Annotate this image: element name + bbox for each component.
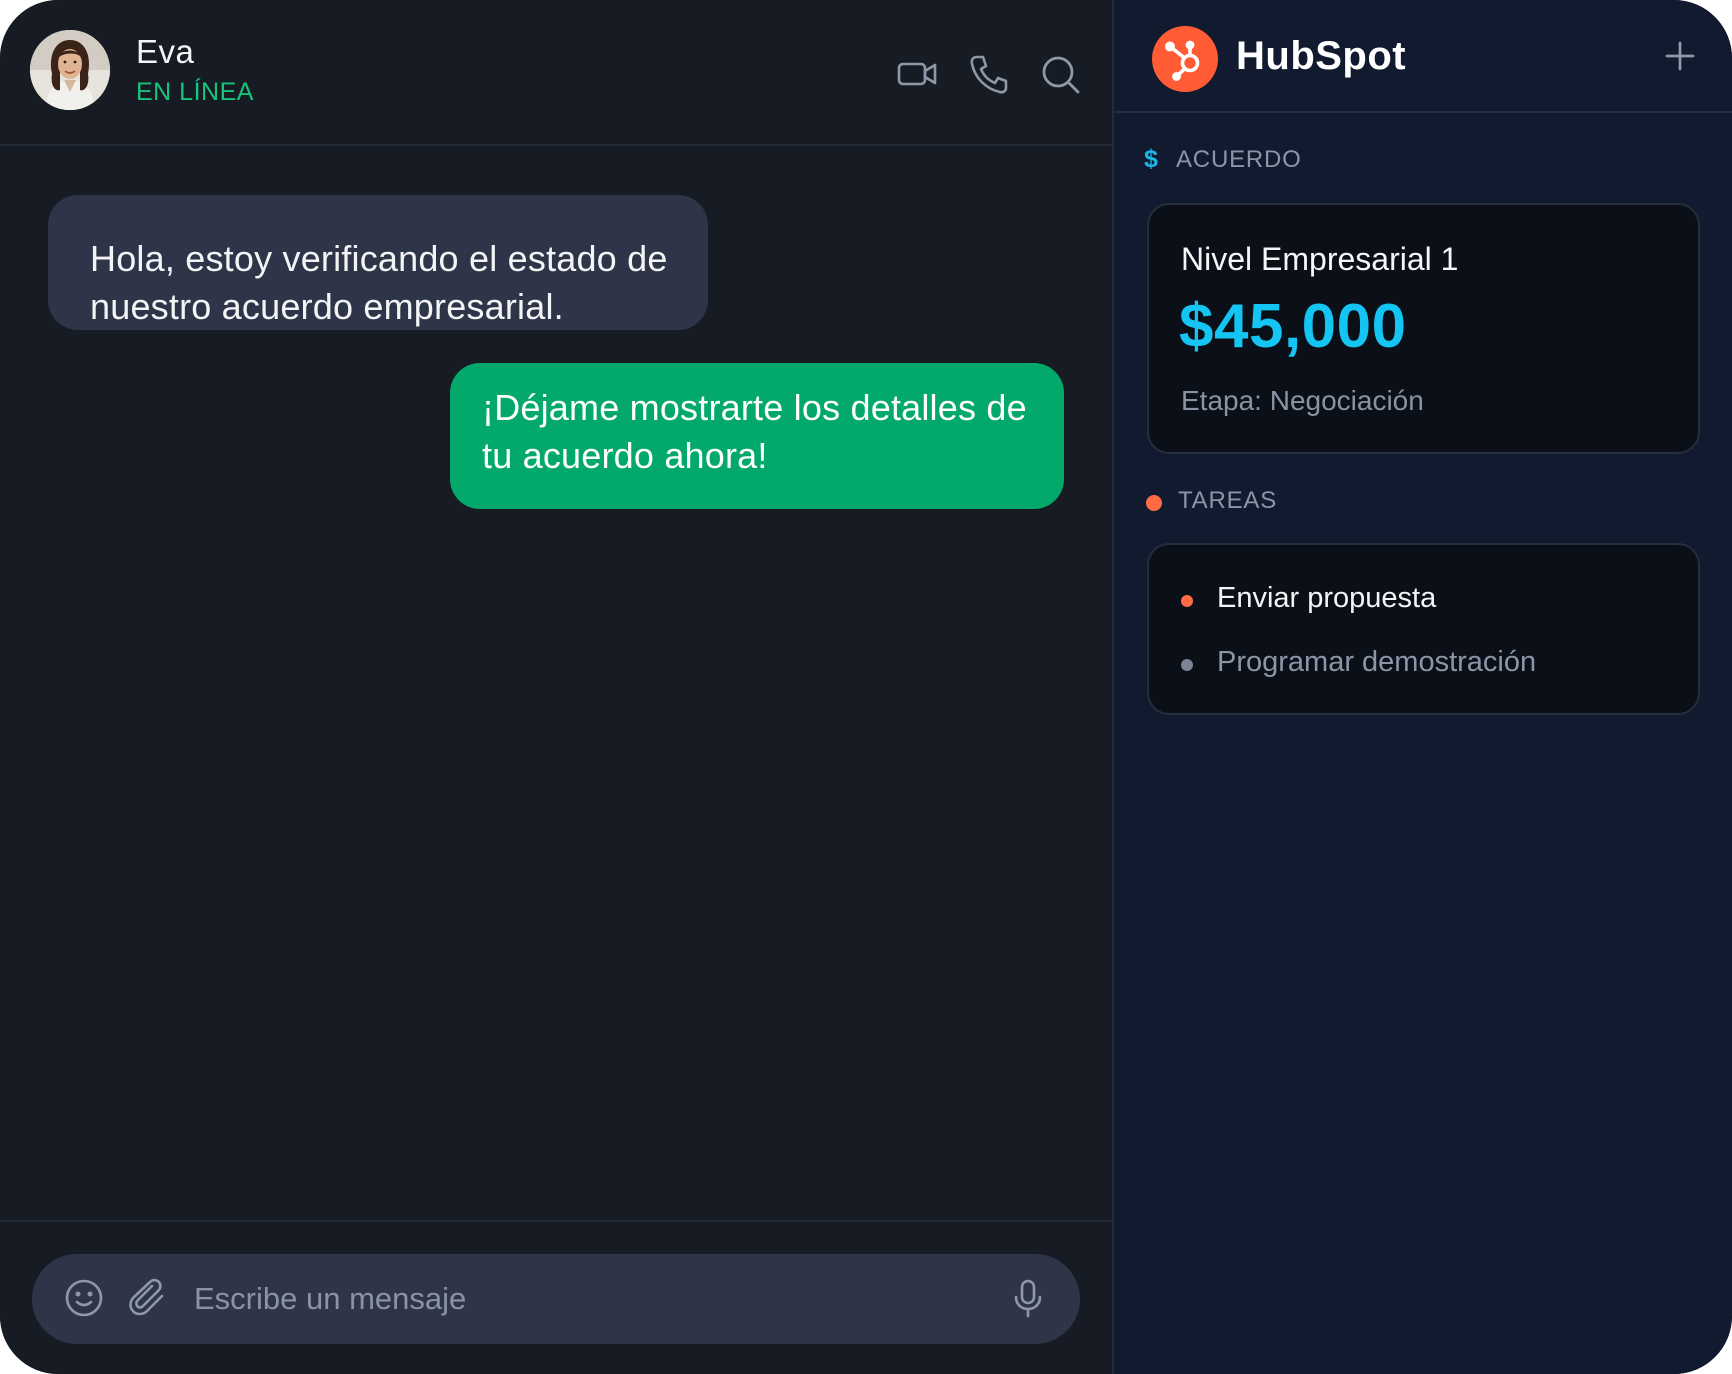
incoming-message[interactable]: Hola, estoy verificando el estado de nue… bbox=[48, 195, 708, 330]
task-label: Enviar propuesta bbox=[1217, 582, 1437, 614]
phone-icon[interactable] bbox=[966, 52, 1010, 96]
task-status-dot bbox=[1181, 659, 1193, 671]
task-status-dot bbox=[1181, 595, 1193, 607]
outgoing-message[interactable]: ¡Déjame mostrarte los detalles de tu acu… bbox=[450, 363, 1064, 509]
hubspot-logo-icon bbox=[1152, 26, 1218, 92]
microphone-icon[interactable] bbox=[1006, 1276, 1050, 1320]
avatar[interactable] bbox=[30, 30, 110, 110]
contact-name: Eva bbox=[136, 33, 195, 70]
tasks-card: Enviar propuesta Programar demostración bbox=[1147, 543, 1700, 715]
dollar-icon: $ bbox=[1144, 145, 1158, 173]
search-icon[interactable] bbox=[1038, 52, 1082, 96]
crm-title: HubSpot bbox=[1236, 34, 1407, 78]
online-status: EN LÍNEA bbox=[136, 78, 254, 106]
deal-stage: Etapa: Negociación bbox=[1181, 385, 1424, 416]
crm-sidebar: HubSpot $ ACUERDO Nivel Empresarial 1 $4… bbox=[1114, 0, 1732, 1374]
tasks-section-label: TAREAS bbox=[1178, 487, 1278, 514]
app-window: Eva EN LÍNEA Hola, estoy verificando el … bbox=[0, 0, 1732, 1374]
paperclip-icon[interactable] bbox=[126, 1276, 170, 1320]
deal-card[interactable]: Nivel Empresarial 1 $45,000 Etapa: Negoc… bbox=[1147, 203, 1700, 454]
crm-header: HubSpot bbox=[1114, 0, 1732, 113]
task-label: Programar demostración bbox=[1217, 646, 1537, 678]
chat-header: Eva EN LÍNEA bbox=[0, 0, 1113, 146]
avatar-image bbox=[30, 30, 110, 110]
chat-pane: Eva EN LÍNEA Hola, estoy verificando el … bbox=[0, 0, 1113, 1374]
deal-amount: $45,000 bbox=[1179, 292, 1407, 361]
composer-area bbox=[0, 1220, 1113, 1374]
message-composer bbox=[32, 1254, 1080, 1344]
tasks-dot-icon bbox=[1146, 495, 1162, 511]
video-camera-icon[interactable] bbox=[895, 52, 939, 96]
deal-name: Nivel Empresarial 1 bbox=[1181, 241, 1459, 277]
message-list[interactable]: Hola, estoy verificando el estado de nue… bbox=[0, 148, 1113, 1218]
emoji-icon[interactable] bbox=[62, 1276, 106, 1320]
deal-section-label: ACUERDO bbox=[1176, 146, 1302, 173]
message-input[interactable] bbox=[192, 1272, 992, 1326]
add-icon[interactable] bbox=[1660, 36, 1700, 76]
